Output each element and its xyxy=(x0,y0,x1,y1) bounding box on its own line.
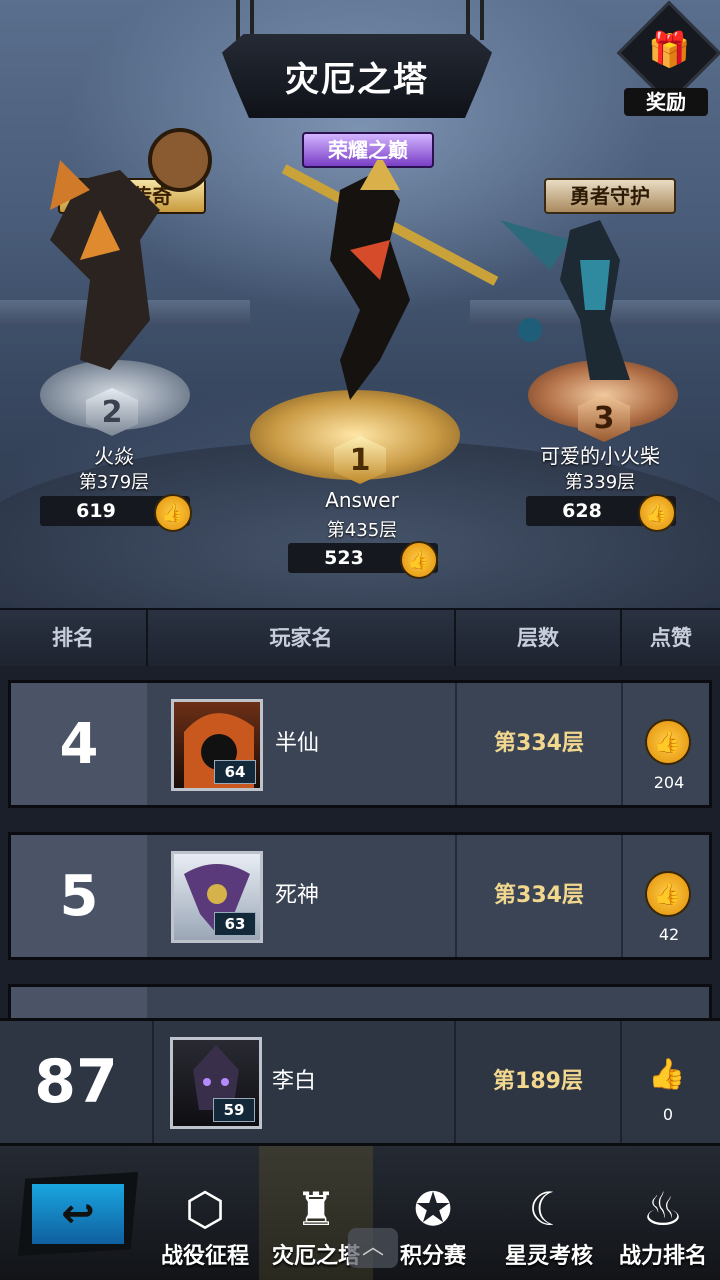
thumbs-up-icon[interactable]: 👍 xyxy=(400,541,438,579)
ranking-table-header: 排名 玩家名 层数 点赞 xyxy=(0,608,720,668)
page-title-banner: 灾厄之塔 xyxy=(222,34,492,118)
player-floor: 第334层 xyxy=(494,731,584,756)
bottom-navigation: ↩ ⬡ 战役征程 ♜ 灾厄之塔 ✪ 积分赛 ☾ 星灵考核 ♨ 战力排名 ︿ xyxy=(0,1146,720,1280)
reward-label: 奖励 xyxy=(624,88,708,116)
player-name: 半仙 xyxy=(275,731,320,756)
page-title: 灾厄之塔 xyxy=(285,59,429,100)
nav-item-power-ranking[interactable]: ♨ 战力排名 xyxy=(606,1146,720,1280)
like-count: 523 xyxy=(324,547,364,569)
hexagon-shield-icon: ⬡ xyxy=(184,1182,226,1236)
avatar[interactable]: 59 xyxy=(170,1037,262,1129)
avatar[interactable]: 64 xyxy=(171,699,263,791)
back-button[interactable]: ↩ xyxy=(18,1172,138,1256)
flame-mask-icon: ♨ xyxy=(642,1182,684,1236)
back-arrow-icon: ↩ xyxy=(32,1184,124,1244)
nav-label: 战力排名 xyxy=(618,1244,707,1269)
table-row[interactable]: 4 64 半仙 第334层 👍 204 xyxy=(8,680,712,808)
rank-cell: 5 xyxy=(11,835,147,957)
star-emblem-icon: ✪ xyxy=(413,1182,453,1236)
thumbs-up-icon[interactable]: 👍 xyxy=(648,1057,685,1092)
rank-cell xyxy=(11,987,147,1020)
second-place-floor: 第379层 xyxy=(78,472,150,493)
thumbs-up-icon[interactable]: 👍 xyxy=(154,494,192,532)
reward-button[interactable]: 🎁 奖励 xyxy=(616,0,720,116)
thumbs-up-icon[interactable]: 👍 xyxy=(638,494,676,532)
column-likes: 点赞 xyxy=(650,626,692,650)
player-name: 李白 xyxy=(272,1069,317,1094)
divider xyxy=(152,1021,154,1143)
column-rank: 排名 xyxy=(52,626,94,650)
third-place-character[interactable] xyxy=(480,200,700,390)
player-floor: 第334层 xyxy=(494,883,584,908)
third-place-name[interactable]: 可爱的小火柴 xyxy=(500,440,700,469)
like-count: 0 xyxy=(662,1105,674,1124)
level-badge: 64 xyxy=(214,760,256,784)
first-place-floor: 第435层 xyxy=(326,520,398,541)
divider xyxy=(620,1021,622,1143)
nav-label: 战役征程 xyxy=(160,1244,249,1269)
player-floor: 第189层 xyxy=(493,1069,583,1094)
first-place-name[interactable]: Answer xyxy=(262,488,462,512)
gift-icon: 🎁 xyxy=(648,30,691,70)
nav-item-spirit-exam[interactable]: ☾ 星灵考核 xyxy=(492,1146,606,1280)
third-place-floor: 第339层 xyxy=(564,472,636,493)
nav-label: 星灵考核 xyxy=(504,1244,593,1269)
player-name: 死神 xyxy=(275,883,320,908)
rank-cell: 4 xyxy=(11,683,147,805)
chevron-up-icon[interactable]: ︿ xyxy=(348,1228,398,1268)
second-place-character[interactable] xyxy=(20,120,220,380)
table-row[interactable]: 5 63 死神 第334层 👍 42 xyxy=(8,832,712,960)
my-ranking-row[interactable]: 87 59 李白 第189层 👍 0 xyxy=(0,1018,720,1146)
ranking-list[interactable]: 4 64 半仙 第334层 👍 204 5 63 死神 第334层 👍 42 xyxy=(0,666,720,1020)
like-count: 628 xyxy=(562,500,602,522)
level-badge: 63 xyxy=(214,912,256,936)
like-count: 204 xyxy=(653,773,685,792)
nav-item-campaign[interactable]: ⬡ 战役征程 xyxy=(148,1146,262,1280)
like-count: 42 xyxy=(658,925,680,944)
column-floor: 层数 xyxy=(517,626,559,650)
like-count: 619 xyxy=(76,500,116,522)
thumbs-up-icon[interactable]: 👍 xyxy=(645,719,691,765)
table-row[interactable] xyxy=(8,984,712,1020)
tower-icon: ♜ xyxy=(295,1182,337,1236)
my-rank: 87 xyxy=(34,1047,118,1117)
tower-podium: 灾厄之塔 🎁 奖励 荣耀传奇 2 火焱 第379层 619 👍 荣耀之巅 1 A… xyxy=(0,0,720,608)
avatar[interactable]: 63 xyxy=(171,851,263,943)
level-badge: 59 xyxy=(213,1098,255,1122)
second-place-name[interactable]: 火焱 xyxy=(14,440,214,469)
moon-star-icon: ☾ xyxy=(528,1182,570,1236)
thumbs-up-icon[interactable]: 👍 xyxy=(645,871,691,917)
column-player: 玩家名 xyxy=(269,626,333,650)
